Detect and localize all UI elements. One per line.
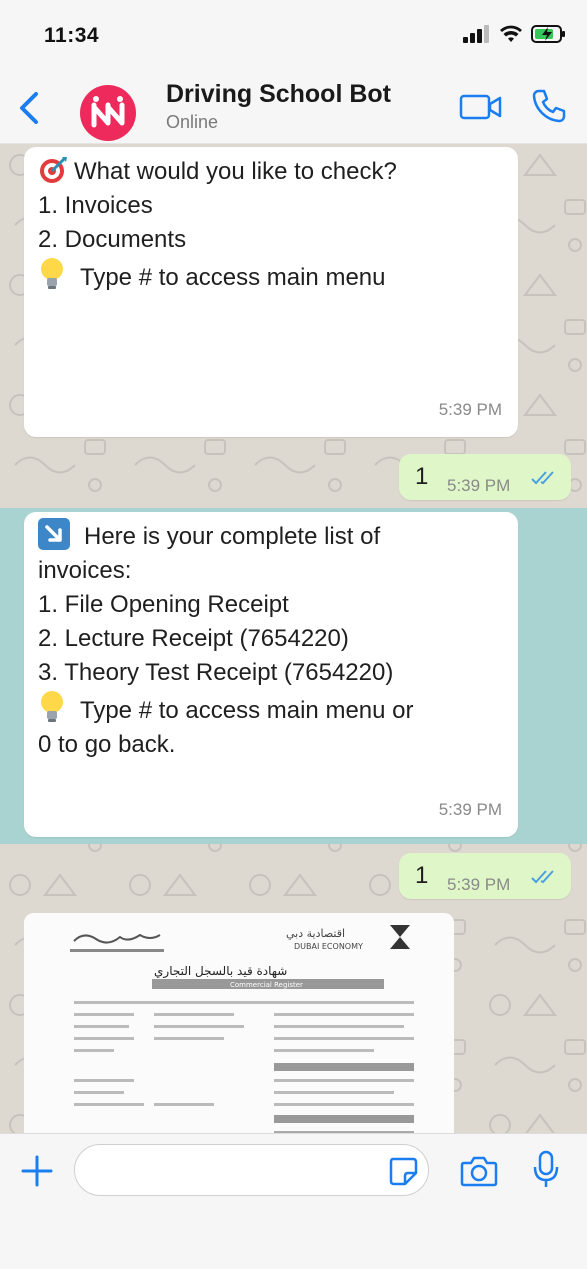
attach-plus-button[interactable] [20,1154,54,1188]
bot-logo-icon [91,96,125,128]
avatar[interactable] [80,85,136,141]
battery-charging-icon [531,25,565,43]
document-subtitle: Commercial Register [230,981,303,989]
document-header-english: DUBAI ECONOMY [294,942,363,951]
read-receipt-icon [531,870,554,884]
document-header-arabic: اقتصادية دبي [286,927,345,940]
document-title-arabic: شهادة قيد بالسجل التجاري [154,964,287,979]
chat-status: Online [166,112,219,132]
video-call-icon[interactable] [459,92,503,122]
message-text: 1 [415,862,429,889]
message-line: What would you like to check? [38,155,397,189]
message-line: Type # to access main menu or [38,690,414,728]
message-composer [0,1133,587,1269]
status-bar: 11:34 [0,0,587,72]
message-line: 3. Theory Test Receipt (7654220) [38,659,394,686]
chat-header: Driving School Bot Online [0,72,587,144]
message-line: 1. File Opening Receipt [38,591,289,618]
outgoing-message[interactable]: 1 5:39 PM [399,853,571,899]
target-emoji-icon [40,156,67,183]
message-line: 1. Invoices [38,192,153,219]
message-input[interactable] [74,1144,429,1196]
incoming-message[interactable]: What would you like to check? 1. Invoice… [24,147,518,437]
chat-title[interactable]: Driving School Bot [166,80,391,109]
message-time: 5:39 PM [438,800,502,819]
lightbulb-emoji-icon [41,691,63,722]
message-line: 0 to go back. [38,731,176,758]
signal-icon [463,25,489,43]
camera-icon[interactable] [460,1154,498,1188]
message-time: 5:39 PM [438,400,502,419]
message-time: 5:39 PM [447,476,511,495]
message-text: 1 [415,463,429,490]
incoming-message[interactable]: Here is your complete list of invoices: … [24,512,518,837]
status-icons [463,24,567,44]
arrow-down-right-emoji-icon [38,518,70,550]
message-line: 2. Documents [38,226,187,253]
read-receipt-icon [531,471,554,485]
document-preview: اقتصادية دبي DUBAI ECONOMY شهادة قيد بال… [24,913,454,1133]
status-time: 11:34 [44,24,100,47]
outgoing-message[interactable]: 1 5:39 PM [399,454,571,500]
message-line: invoices: [38,557,132,584]
phone-call-icon[interactable] [531,88,567,124]
document-image-message[interactable]: اقتصادية دبي DUBAI ECONOMY شهادة قيد بال… [24,913,454,1133]
sticker-icon[interactable] [388,1156,418,1186]
back-button[interactable] [10,88,46,128]
chat-area[interactable]: What would you like to check? 1. Invoice… [0,145,587,1133]
message-line: Here is your complete list of [38,518,414,554]
lightbulb-emoji-icon [41,258,63,289]
wifi-icon [500,25,522,42]
microphone-icon[interactable] [532,1150,560,1190]
message-time: 5:39 PM [447,875,511,894]
message-line: Type # to access main menu [38,257,397,295]
message-line: 2. Lecture Receipt (7654220) [38,625,349,652]
